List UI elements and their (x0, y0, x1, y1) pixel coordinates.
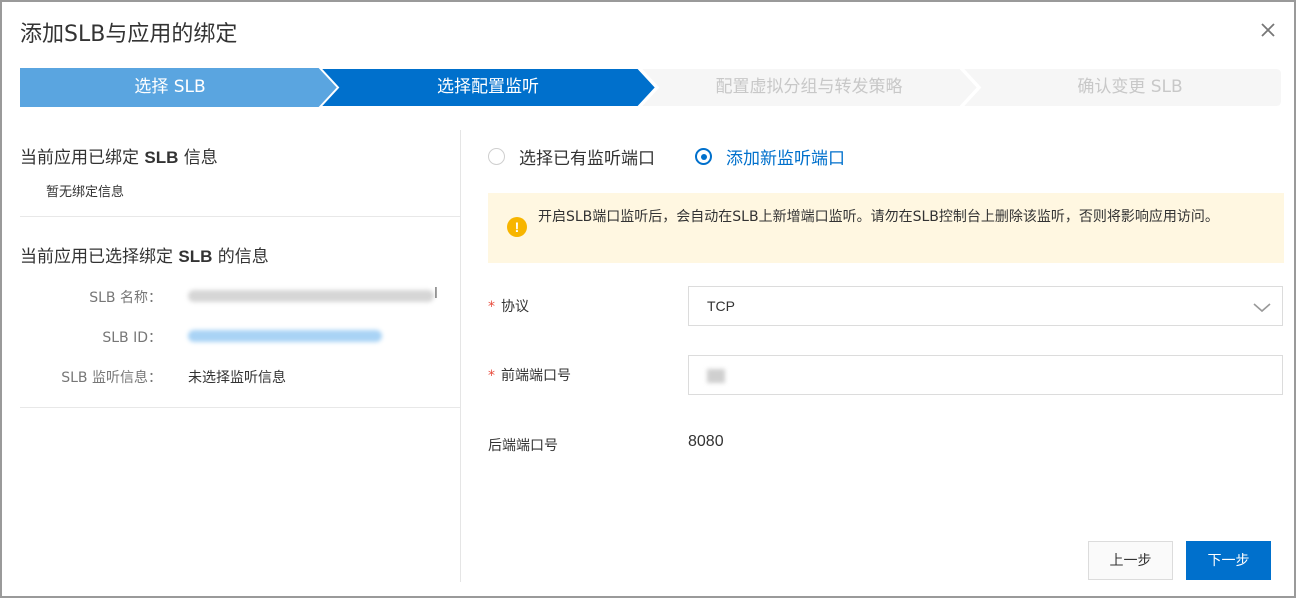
add-slb-binding-dialog: 添加SLB与应用的绑定 选择 SLB 选择配置监听 配置虚拟分组与转发策略 确认… (0, 0, 1296, 598)
radio-new-listener[interactable]: 添加新监听端口 (695, 144, 845, 169)
frontend-port-value (707, 369, 725, 383)
warning-alert: ! 开启SLB端口监听后，会自动在SLB上新增端口监听。请勿在SLB控制台上删除… (488, 193, 1284, 263)
divider (20, 216, 460, 217)
step-select-listener: 选择配置监听 (437, 77, 539, 97)
frontend-port-label: * 前端端口号 (488, 368, 571, 384)
backend-port-value: 8080 (688, 433, 724, 450)
step-confirm-change: 确认变更 SLB (1077, 77, 1183, 97)
slb-name-label: SLB 名称： (89, 290, 162, 306)
protocol-label: * 协议 (488, 299, 529, 315)
slb-id-label: SLB ID： (102, 330, 162, 346)
slb-listener-label: SLB 监听信息： (61, 370, 162, 386)
protocol-select[interactable]: TCP (688, 286, 1283, 326)
radio-new-label: 添加新监听端口 (726, 149, 845, 169)
bound-empty-text: 暂无绑定信息 (46, 185, 125, 200)
step-vserver-group: 配置虚拟分组与转发策略 (715, 77, 903, 97)
chevron-down-icon (1253, 303, 1271, 313)
close-icon[interactable] (1256, 18, 1280, 42)
stepper: 选择 SLB 选择配置监听 配置虚拟分组与转发策略 确认变更 SLB (20, 68, 1282, 107)
backend-port-label: 后端端口号 (488, 438, 558, 454)
slb-info-panel: 当前应用已绑定 SLB 信息 暂无绑定信息 当前应用已选择绑定 SLB 的信息 … (20, 130, 460, 582)
selected-slb-title: 当前应用已选择绑定 SLB 的信息 (20, 247, 269, 267)
protocol-value: TCP (707, 298, 735, 314)
slb-id-value (188, 330, 382, 342)
prev-step-button[interactable]: 上一步 (1088, 541, 1173, 580)
slb-listener-value: 未选择监听信息 (188, 370, 286, 386)
radio-checked-icon[interactable] (695, 148, 712, 165)
dialog-title: 添加SLB与应用的绑定 (20, 22, 238, 47)
frontend-port-input[interactable] (688, 355, 1283, 395)
bound-slb-title: 当前应用已绑定 SLB 信息 (20, 148, 218, 168)
warning-icon: ! (507, 217, 527, 237)
radio-existing-listener[interactable]: 选择已有监听端口 (488, 144, 655, 169)
divider (20, 407, 460, 408)
radio-existing-label: 选择已有监听端口 (519, 149, 655, 169)
step-select-slb: 选择 SLB (134, 77, 206, 97)
listener-config-panel: 选择已有监听端口 添加新监听端口 ! 开启SLB端口监听后，会自动在SLB上新增… (488, 130, 1284, 590)
slb-name-suffix: l (434, 286, 438, 302)
next-step-button[interactable]: 下一步 (1186, 541, 1271, 580)
warning-text: 开启SLB端口监听后，会自动在SLB上新增端口监听。请勿在SLB控制台上删除该监… (538, 209, 1219, 225)
radio-unchecked-icon[interactable] (488, 148, 505, 165)
slb-name-value (188, 290, 434, 302)
panel-divider (460, 130, 461, 582)
